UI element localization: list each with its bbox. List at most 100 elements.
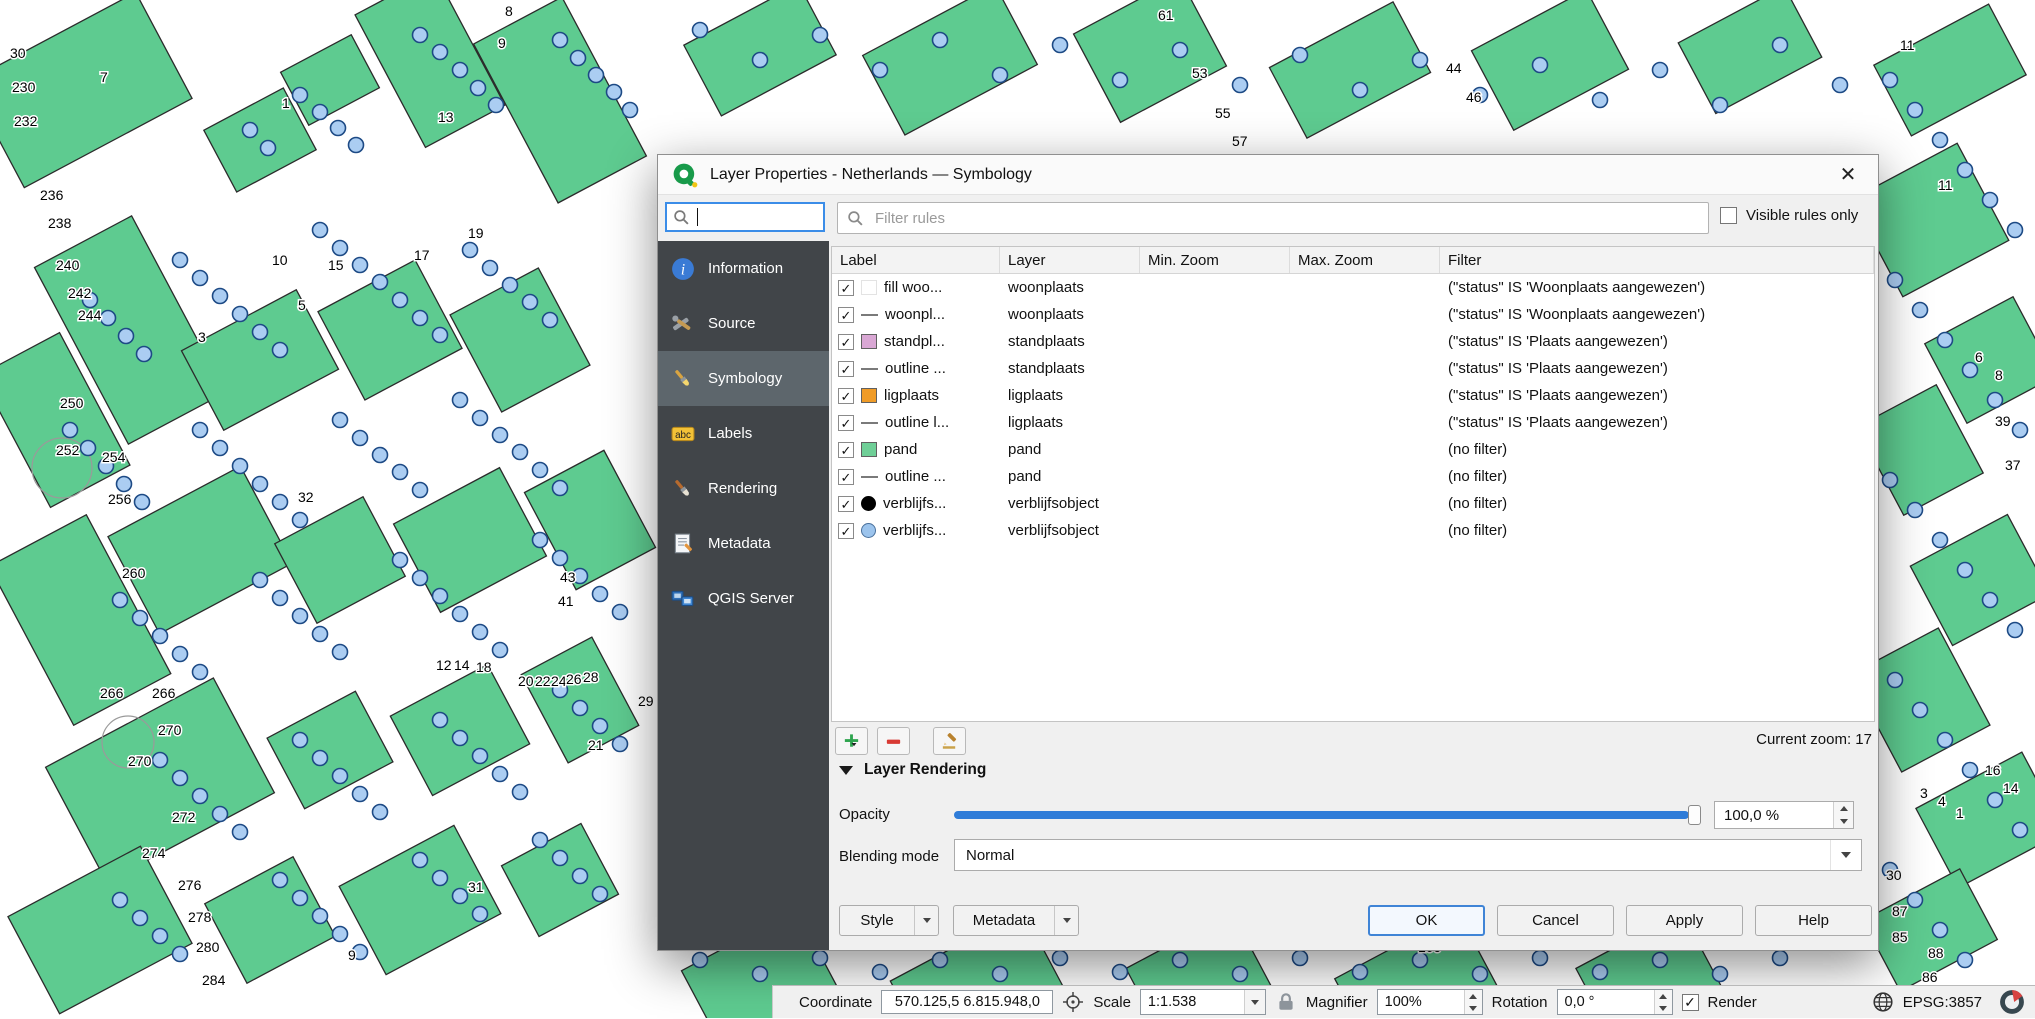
rule-checkbox[interactable]: ✓: [838, 280, 854, 296]
sidebar-item-source[interactable]: Source: [658, 296, 829, 351]
chevron-down-icon[interactable]: [1244, 990, 1265, 1014]
map-label: 9: [348, 947, 356, 963]
filter-rules-field[interactable]: [837, 202, 1709, 234]
rotation-spinbox[interactable]: 0,0 °: [1557, 989, 1673, 1015]
map-point: [553, 33, 568, 48]
chevron-down-icon: [1830, 840, 1861, 870]
rule-row[interactable]: ✓outline l...ligplaats("status" IS 'Plaa…: [832, 409, 1874, 436]
rule-checkbox[interactable]: ✓: [838, 523, 854, 539]
layer-rendering-header[interactable]: Layer Rendering: [839, 761, 986, 779]
add-rule-button[interactable]: [835, 727, 868, 755]
sidebar-item-symbology[interactable]: Symbology: [658, 351, 829, 406]
map-label: 20: [518, 673, 534, 689]
column-header-layer: Layer: [1000, 247, 1140, 273]
cancel-button[interactable]: Cancel: [1497, 905, 1614, 936]
spin-up-icon[interactable]: [1834, 802, 1853, 815]
rule-row[interactable]: ✓verblijfs...verblijfsobject(no filter): [832, 517, 1874, 544]
sidebar-item-information[interactable]: iInformation: [658, 241, 829, 296]
rule-checkbox[interactable]: ✓: [838, 415, 854, 431]
sidebar-search-input[interactable]: [665, 202, 825, 232]
map-point: [1988, 793, 2003, 808]
style-dropdown-icon[interactable]: [914, 906, 938, 935]
rule-row[interactable]: ✓fill woo...woonplaats("status" IS 'Woon…: [832, 274, 1874, 301]
rule-symbol-line[interactable]: [861, 415, 878, 431]
opacity-slider-handle[interactable]: [1688, 805, 1701, 825]
dialog-titlebar[interactable]: Layer Properties - Netherlands — Symbolo…: [658, 155, 1878, 195]
spin-down-icon[interactable]: [1834, 815, 1853, 828]
rule-checkbox[interactable]: ✓: [838, 361, 854, 377]
sidebar-item-qgis-server[interactable]: QGIS Server: [658, 571, 829, 626]
spin-up-icon[interactable]: [1655, 990, 1672, 1002]
lock-icon[interactable]: [1275, 991, 1297, 1013]
visible-rules-checkbox[interactable]: [1720, 207, 1737, 224]
map-point: [493, 428, 508, 443]
rule-symbol-circle[interactable]: [861, 496, 876, 511]
rule-symbol-line[interactable]: [861, 307, 878, 323]
rule-row[interactable]: ✓outline ...standplaats("status" IS 'Pla…: [832, 355, 1874, 382]
map-point: [1888, 673, 1903, 688]
rule-row[interactable]: ✓pandpand(no filter): [832, 436, 1874, 463]
opacity-slider[interactable]: [954, 805, 1701, 825]
map-point: [1773, 951, 1788, 966]
map-point: [1173, 43, 1188, 58]
coordinate-label: Coordinate: [799, 994, 872, 1011]
map-point: [533, 833, 548, 848]
sidebar-item-labels[interactable]: abcLabels: [658, 406, 829, 461]
magnifier-spinbox[interactable]: 100%: [1377, 989, 1483, 1015]
sidebar-item-metadata[interactable]: Metadata: [658, 516, 829, 571]
rule-checkbox[interactable]: ✓: [838, 388, 854, 404]
map-point: [233, 825, 248, 840]
blending-mode-value: Normal: [966, 847, 1014, 864]
edit-rule-button[interactable]: [933, 727, 966, 755]
rule-symbol-square[interactable]: [861, 388, 877, 403]
rule-symbol-empty[interactable]: [861, 280, 877, 295]
map-point: [2013, 423, 2028, 438]
filter-rules-input[interactable]: [873, 209, 1699, 228]
map-point: [573, 869, 588, 884]
rule-row[interactable]: ✓outline ...pand(no filter): [832, 463, 1874, 490]
rule-symbol-line[interactable]: [861, 469, 878, 485]
style-button[interactable]: Style: [839, 905, 939, 936]
sidebar-item-rendering[interactable]: Rendering: [658, 461, 829, 516]
rule-checkbox[interactable]: ✓: [838, 496, 854, 512]
rule-row[interactable]: ✓standpl...standplaats("status" IS 'Plaa…: [832, 328, 1874, 355]
rule-row[interactable]: ✓woonpl...woonplaats("status" IS 'Woonpl…: [832, 301, 1874, 328]
spin-up-icon[interactable]: [1465, 990, 1482, 1002]
spin-down-icon[interactable]: [1655, 1002, 1672, 1014]
rule-checkbox[interactable]: ✓: [838, 307, 854, 323]
visible-rules-only[interactable]: Visible rules only: [1720, 207, 1858, 224]
map-point: [1413, 53, 1428, 68]
opacity-spinbox[interactable]: 100,0 %: [1714, 801, 1854, 829]
rule-label: standpl...: [884, 333, 945, 350]
metadata-button[interactable]: Metadata: [953, 905, 1079, 936]
map-point: [119, 329, 134, 344]
blending-mode-select[interactable]: Normal: [954, 839, 1862, 871]
rule-row[interactable]: ✓verblijfs...verblijfsobject(no filter): [832, 490, 1874, 517]
rule-row[interactable]: ✓ligplaatsligplaats("status" IS 'Plaats …: [832, 382, 1874, 409]
svg-text:abc: abc: [675, 429, 691, 440]
column-header-min-zoom: Min. Zoom: [1140, 247, 1290, 273]
rule-symbol-square[interactable]: [861, 442, 877, 457]
render-checkbox[interactable]: ✓: [1682, 994, 1699, 1011]
messages-logo-icon[interactable]: [1999, 989, 2025, 1015]
map-point: [1933, 533, 1948, 548]
metadata-dropdown-icon[interactable]: [1054, 906, 1078, 935]
rule-symbol-circle[interactable]: [861, 523, 876, 538]
extent-tracking-icon[interactable]: [1062, 991, 1084, 1013]
help-button[interactable]: Help: [1755, 905, 1872, 936]
scale-combo[interactable]: 1:1.538: [1140, 989, 1266, 1015]
map-label: 274: [142, 845, 166, 861]
rule-symbol-line[interactable]: [861, 361, 878, 377]
rule-symbol-square[interactable]: [861, 334, 877, 349]
rule-checkbox[interactable]: ✓: [838, 442, 854, 458]
rule-checkbox[interactable]: ✓: [838, 469, 854, 485]
ok-button[interactable]: OK: [1368, 905, 1485, 936]
crs-indicator[interactable]: EPSG:3857: [1903, 994, 1982, 1011]
apply-button[interactable]: Apply: [1626, 905, 1743, 936]
close-icon[interactable]: ✕: [1832, 162, 1864, 187]
rule-checkbox[interactable]: ✓: [838, 334, 854, 350]
coordinate-input[interactable]: 570.125,5 6.815.948,0: [881, 990, 1053, 1014]
remove-rule-button[interactable]: [877, 727, 910, 755]
spin-down-icon[interactable]: [1465, 1002, 1482, 1014]
globe-icon[interactable]: [1872, 991, 1894, 1013]
